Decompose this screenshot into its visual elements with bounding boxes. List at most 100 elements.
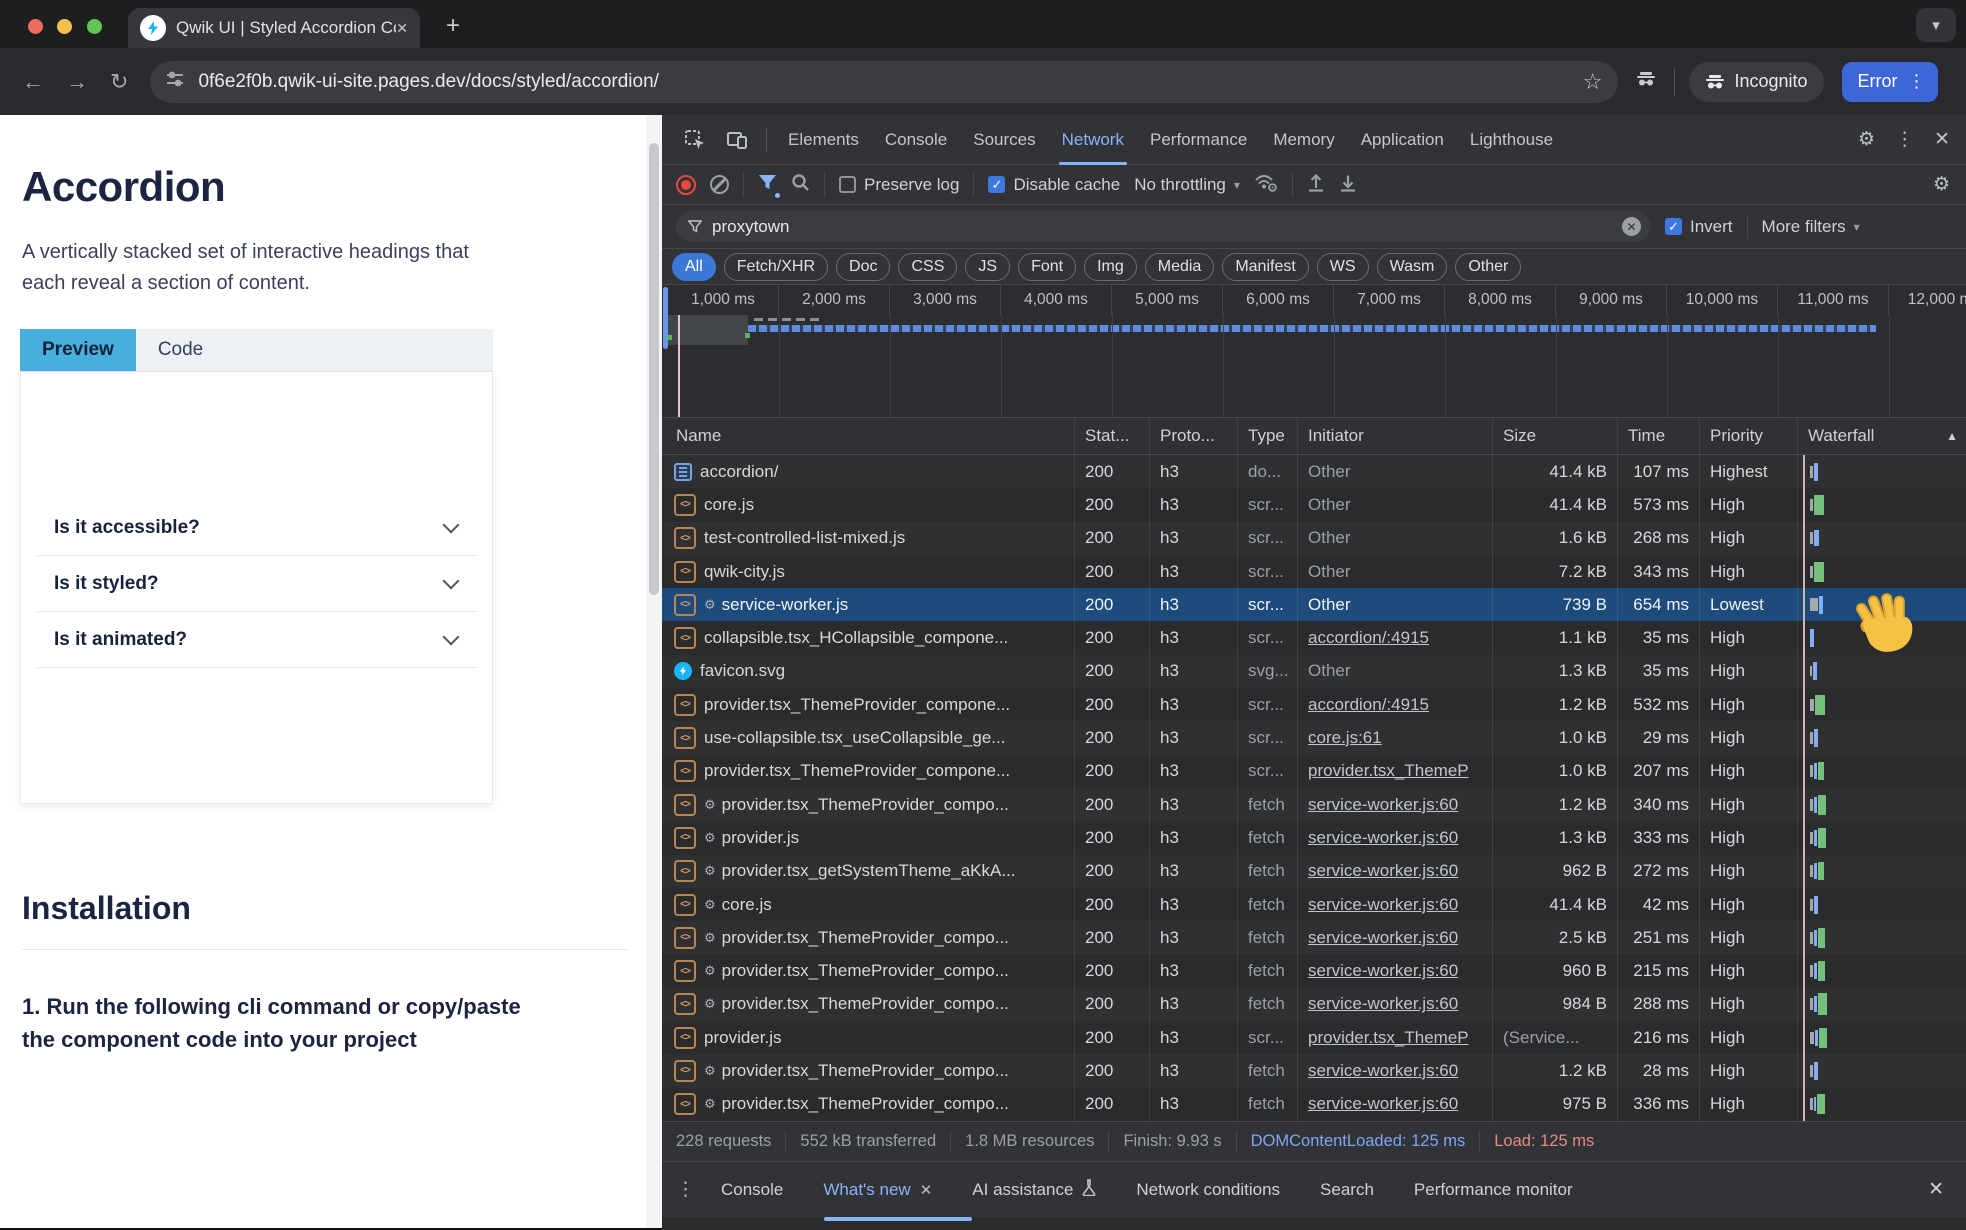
devtools-tab-lighthouse[interactable]: Lighthouse	[1457, 115, 1566, 165]
inspect-element-icon[interactable]	[684, 129, 706, 151]
column-header-initiator[interactable]: Initiator	[1298, 418, 1493, 454]
initiator-link[interactable]: service-worker.js:60	[1308, 928, 1458, 948]
url-text[interactable]: 0f6e2f0b.qwik-ui-site.pages.dev/docs/sty…	[198, 71, 1582, 93]
type-chip-img[interactable]: Img	[1084, 253, 1137, 281]
tab-close-icon[interactable]: ✕	[396, 20, 408, 37]
throttling-dropdown[interactable]: No throttling ▾	[1134, 175, 1240, 195]
reload-button[interactable]: ↻	[110, 69, 128, 95]
export-har-icon[interactable]	[1339, 173, 1357, 197]
devtools-tab-application[interactable]: Application	[1348, 115, 1457, 165]
devtools-kebab-icon[interactable]: ⋮	[1895, 128, 1914, 151]
extension-icon[interactable]	[1636, 71, 1656, 92]
column-header-name[interactable]: Name	[662, 418, 1075, 454]
initiator-link[interactable]: accordion/:4915	[1308, 628, 1429, 648]
drawer-tab-ai-assistance[interactable]: AI assistance	[952, 1162, 1116, 1218]
close-window-button[interactable]	[28, 19, 43, 34]
devtools-settings-gear-icon[interactable]: ⚙	[1858, 128, 1875, 151]
devtools-tab-memory[interactable]: Memory	[1260, 115, 1347, 165]
network-request-row[interactable]: favicon.svg200h3svg...Other1.3 kB35 msHi…	[662, 655, 1966, 688]
disable-cache-checkbox[interactable]: ✓ Disable cache	[988, 175, 1120, 195]
clear-network-log-icon[interactable]	[710, 175, 729, 194]
drawer-tab-what-s-new[interactable]: What's new✕	[803, 1162, 952, 1218]
page-tab-preview[interactable]: Preview	[20, 329, 136, 371]
column-header-size[interactable]: Size	[1493, 418, 1618, 454]
type-chip-font[interactable]: Font	[1018, 253, 1076, 281]
drawer-tab-console[interactable]: Console	[701, 1162, 803, 1218]
initiator-link[interactable]: core.js:61	[1308, 728, 1382, 748]
page-scrollbar[interactable]	[646, 115, 662, 1228]
network-request-row[interactable]: <>use-collapsible.tsx_useCollapsible_ge.…	[662, 721, 1966, 754]
invert-checkbox[interactable]: ✓ Invert	[1665, 217, 1733, 237]
network-request-row[interactable]: <>provider.tsx_ThemeProvider_compone...2…	[662, 688, 1966, 721]
devtools-tab-performance[interactable]: Performance	[1137, 115, 1260, 165]
clear-filter-icon[interactable]: ✕	[1622, 217, 1641, 236]
device-toolbar-icon[interactable]	[726, 130, 748, 150]
network-request-row[interactable]: <>qwik-city.js200h3scr...Other7.2 kB343 …	[662, 555, 1966, 588]
import-har-icon[interactable]	[1307, 173, 1325, 197]
column-header-waterfall[interactable]: Waterfall▲	[1798, 418, 1966, 454]
accordion-trigger[interactable]: Is it accessible?	[36, 500, 477, 556]
initiator-link[interactable]: service-worker.js:60	[1308, 1094, 1458, 1114]
preserve-log-checkbox[interactable]: Preserve log	[839, 175, 959, 195]
network-request-row[interactable]: <>⚙provider.tsx_ThemeProvider_compo...20…	[662, 954, 1966, 987]
back-button[interactable]: ←	[22, 69, 44, 95]
filter-funnel-icon[interactable]	[758, 174, 777, 196]
type-chip-doc[interactable]: Doc	[836, 253, 890, 281]
initiator-link[interactable]: provider.tsx_ThemeP	[1308, 1028, 1469, 1048]
network-request-row[interactable]: <>core.js200h3scr...Other41.4 kB573 msHi…	[662, 488, 1966, 521]
initiator-link[interactable]: provider.tsx_ThemeP	[1308, 761, 1469, 781]
bookmark-star-icon[interactable]: ☆	[1583, 69, 1603, 95]
network-request-row[interactable]: <>collapsible.tsx_HCollapsible_compone..…	[662, 621, 1966, 654]
summary-item[interactable]: DOMContentLoaded: 125 ms	[1237, 1131, 1481, 1153]
drawer-tab-close-icon[interactable]: ✕	[920, 1181, 933, 1199]
page-tab-code[interactable]: Code	[136, 329, 225, 371]
network-overview-timeline[interactable]: 1,000 ms2,000 ms3,000 ms4,000 ms5,000 ms…	[662, 285, 1966, 418]
network-conditions-icon[interactable]	[1254, 173, 1278, 197]
sort-ascending-icon[interactable]: ▲	[1946, 429, 1958, 443]
checkbox-unchecked-icon[interactable]	[839, 176, 856, 193]
network-settings-gear-icon[interactable]: ⚙	[1933, 173, 1966, 196]
type-chip-ws[interactable]: WS	[1317, 253, 1369, 281]
search-icon[interactable]	[791, 173, 810, 197]
initiator-link[interactable]: service-worker.js:60	[1308, 828, 1458, 848]
drawer-tab-performance-monitor[interactable]: Performance monitor	[1394, 1162, 1593, 1218]
record-network-log-button[interactable]	[676, 175, 696, 195]
devtools-tab-elements[interactable]: Elements	[775, 115, 872, 165]
drawer-tab-search[interactable]: Search	[1300, 1162, 1394, 1218]
network-request-row[interactable]: <>⚙provider.tsx_ThemeProvider_compo...20…	[662, 1088, 1966, 1121]
column-header-type[interactable]: Type	[1238, 418, 1298, 454]
accordion-trigger[interactable]: Is it animated?	[36, 612, 477, 668]
error-button[interactable]: Error ⋮	[1842, 62, 1938, 102]
type-chip-js[interactable]: JS	[965, 253, 1010, 281]
accordion-trigger[interactable]: Is it styled?	[36, 556, 477, 612]
site-info-icon[interactable]	[166, 71, 184, 93]
browser-menu-kebab-icon[interactable]: ⋮	[1908, 71, 1926, 92]
checkbox-checked-icon[interactable]: ✓	[988, 176, 1005, 193]
network-request-row[interactable]: <>test-controlled-list-mixed.js200h3scr.…	[662, 522, 1966, 555]
more-filters-dropdown[interactable]: More filters ▾	[1762, 217, 1860, 237]
network-request-row[interactable]: <>provider.tsx_ThemeProvider_compone...2…	[662, 755, 1966, 788]
minimize-window-button[interactable]	[57, 19, 72, 34]
filter-input[interactable]: proxytown ✕	[676, 211, 1651, 242]
network-request-row[interactable]: <>⚙service-worker.js200h3scr...Other739 …	[662, 588, 1966, 621]
tab-search-button[interactable]: ▾	[1916, 8, 1956, 42]
summary-item[interactable]: Load: 125 ms	[1480, 1131, 1608, 1153]
overview-selection-window[interactable]	[668, 315, 748, 345]
type-chip-other[interactable]: Other	[1455, 253, 1521, 281]
initiator-link[interactable]: accordion/:4915	[1308, 695, 1429, 715]
initiator-link[interactable]: service-worker.js:60	[1308, 861, 1458, 881]
column-header-stat[interactable]: Stat...	[1075, 418, 1150, 454]
devtools-tab-console[interactable]: Console	[872, 115, 960, 165]
initiator-link[interactable]: service-worker.js:60	[1308, 961, 1458, 981]
initiator-link[interactable]: service-worker.js:60	[1308, 795, 1458, 815]
column-header-time[interactable]: Time	[1618, 418, 1700, 454]
network-request-row[interactable]: <>⚙core.js200h3fetchservice-worker.js:60…	[662, 888, 1966, 921]
network-request-row[interactable]: <>⚙provider.js200h3fetchservice-worker.j…	[662, 821, 1966, 854]
drawer-close-icon[interactable]: ✕	[1928, 1178, 1966, 1201]
drawer-kebab-icon[interactable]: ⋮	[676, 1178, 701, 1201]
new-tab-button[interactable]: +	[446, 12, 460, 40]
type-chip-fetch-xhr[interactable]: Fetch/XHR	[724, 253, 828, 281]
column-header-proto[interactable]: Proto...	[1150, 418, 1238, 454]
type-chip-media[interactable]: Media	[1145, 253, 1215, 281]
network-request-row[interactable]: <>⚙provider.tsx_ThemeProvider_compo...20…	[662, 788, 1966, 821]
